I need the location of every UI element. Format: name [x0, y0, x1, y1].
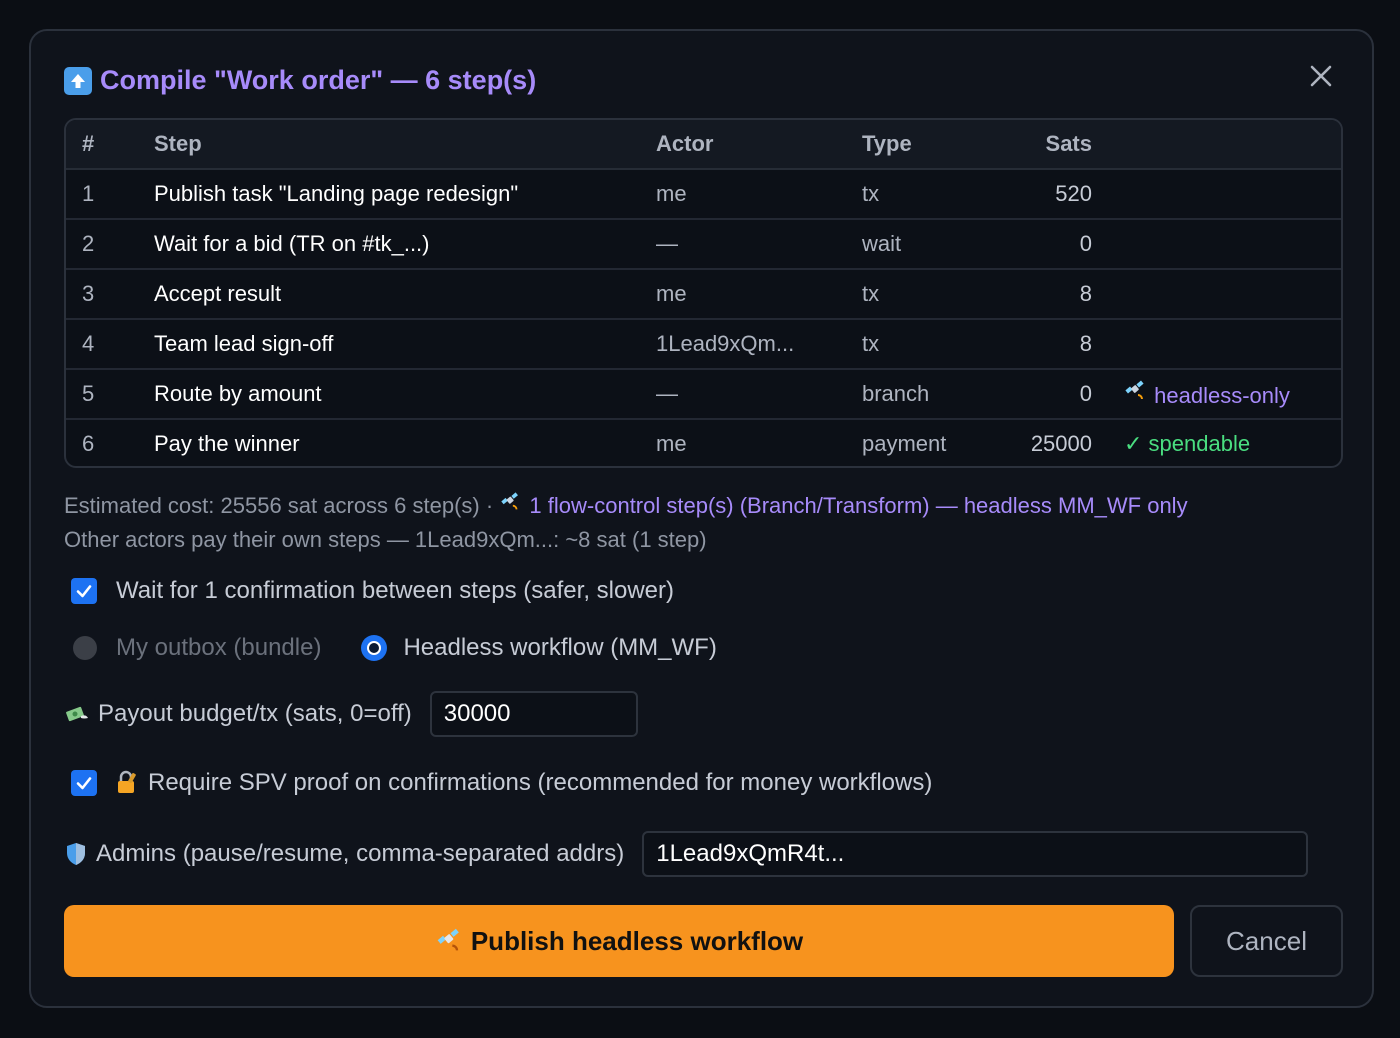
row-tag-headless-only: headless-only [1092, 368, 1341, 419]
row-step: Publish task "Landing page redesign" [154, 181, 519, 206]
col-header-step: Step [154, 120, 656, 170]
mode-headless-label: Headless workflow (MM_WF) [403, 634, 717, 661]
admins-input[interactable]: 1Lead9xQmR4t... [642, 831, 1309, 877]
row-num: 5 [66, 368, 154, 419]
row-step: Pay the winner [154, 418, 656, 466]
row-tag [1092, 318, 1341, 369]
money-wings-icon [64, 702, 90, 726]
row-actor: — [656, 218, 862, 269]
row-type: payment [862, 418, 972, 466]
table-row: 4 Team lead sign-off 1Lead9xQm... tx 8 [66, 318, 1341, 369]
row-step: Route by amount [154, 368, 656, 419]
row-actor: me [656, 418, 862, 466]
payout-budget-input[interactable]: 30000 [429, 691, 638, 737]
row-type: tx [862, 181, 880, 206]
payout-budget-row: Payout budget/tx (sats, 0=off) 30000 [64, 691, 638, 737]
publish-headless-label: Publish headless workflow [470, 925, 804, 956]
other-actors-note: Other actors pay their own steps — 1Lead… [64, 527, 707, 552]
cost-estimate: Estimated cost: 25556 sat across 6 step(… [64, 491, 1188, 519]
dialog-title-row: Compile "Work order" — 6 step(s) [64, 65, 536, 96]
row-actor: me [656, 268, 862, 319]
spv-label: Require SPV proof on confirmations (reco… [148, 769, 933, 796]
row-step: Team lead sign-off [154, 318, 656, 369]
row-tag-text: spendable [1148, 431, 1251, 456]
row-tag-spendable: ✓ spendable [1092, 418, 1341, 466]
steps-table: # Step Actor Type Sats 1 Publish task "L… [64, 118, 1343, 468]
compile-dialog: Compile "Work order" — 6 step(s) # Step … [29, 29, 1374, 1008]
col-header-actor: Actor [656, 120, 862, 170]
mode-outbox-label: My outbox (bundle) [116, 634, 322, 661]
row-actor: 1Lead9xQm... [656, 318, 862, 369]
row-num: 2 [66, 218, 154, 269]
row-sats: 8 [972, 268, 1092, 319]
col-header-sats: Sats [972, 120, 1092, 170]
flow-control-note: 1 flow-control step(s) (Branch/Transform… [529, 493, 1188, 518]
table-row: 6 Pay the winner me payment 25000 ✓ spen… [66, 418, 1341, 466]
row-sats: 0 [972, 218, 1092, 269]
close-button[interactable] [1306, 61, 1336, 91]
row-step: Accept result [154, 268, 656, 319]
col-header-num: # [66, 120, 154, 170]
row-tag-text: headless-only [1154, 383, 1290, 408]
col-header-tag [1092, 120, 1341, 170]
row-type: branch [862, 368, 972, 419]
wait-confirm-option: Wait for 1 confirmation between steps (s… [71, 577, 674, 605]
wait-confirm-checkbox[interactable] [71, 578, 97, 604]
admins-row: Admins (pause/resume, comma-separated ad… [64, 831, 1309, 877]
lock-with-key-icon [114, 770, 140, 796]
row-sats: 520 [1055, 181, 1092, 206]
table-row: 3 Accept result me tx 8 [66, 268, 1341, 319]
mode-outbox-radio[interactable] [73, 636, 97, 660]
col-header-type: Type [862, 120, 972, 170]
row-sats: 25000 [972, 418, 1092, 466]
wait-confirm-label: Wait for 1 confirmation between steps (s… [116, 577, 674, 604]
row-sats: 0 [972, 368, 1092, 419]
row-num: 4 [66, 318, 154, 369]
shield-icon [64, 841, 88, 867]
row-tag [1092, 268, 1341, 319]
row-type: tx [862, 318, 972, 369]
spv-checkbox[interactable] [71, 770, 97, 796]
row-num: 6 [66, 418, 154, 466]
row-num: 1 [82, 181, 95, 206]
row-num: 3 [66, 268, 154, 319]
mode-radio-group: My outbox (bundle) Headless workflow (MM… [73, 634, 717, 662]
table-row: 2 Wait for a bid (TR on #tk_...) — wait … [66, 218, 1341, 269]
satellite-icon [1124, 379, 1148, 403]
close-icon [1310, 65, 1332, 87]
dialog-title: Compile "Work order" — 6 step(s) [100, 65, 537, 95]
row-type: tx [862, 268, 972, 319]
publish-headless-button[interactable]: Publish headless workflow [64, 905, 1174, 977]
up-arrow-icon [64, 66, 92, 95]
table-header-row: # Step Actor Type Sats [66, 120, 1341, 170]
row-tag [1092, 169, 1341, 219]
payout-budget-label: Payout budget/tx (sats, 0=off) [98, 700, 412, 727]
row-actor: — [656, 368, 862, 419]
check-icon: ✓ [1124, 431, 1149, 456]
table-row: 1 Publish task "Landing page redesign" m… [66, 169, 1341, 219]
row-sats: 8 [972, 318, 1092, 369]
table-row: 5 Route by amount — branch 0 headless-on… [66, 368, 1341, 419]
satellite-icon [435, 927, 465, 955]
row-type: wait [862, 218, 972, 269]
cost-estimate-text: Estimated cost: 25556 sat across 6 step(… [64, 493, 500, 518]
satellite-icon [499, 491, 523, 513]
cancel-button[interactable]: Cancel [1190, 905, 1343, 977]
mode-headless-radio[interactable] [361, 635, 388, 661]
row-tag [1092, 218, 1341, 269]
admins-label: Admins (pause/resume, comma-separated ad… [96, 840, 625, 867]
spv-option: Require SPV proof on confirmations (reco… [71, 769, 932, 797]
row-actor: me [656, 181, 687, 206]
row-step: Wait for a bid (TR on #tk_...) [154, 218, 656, 269]
